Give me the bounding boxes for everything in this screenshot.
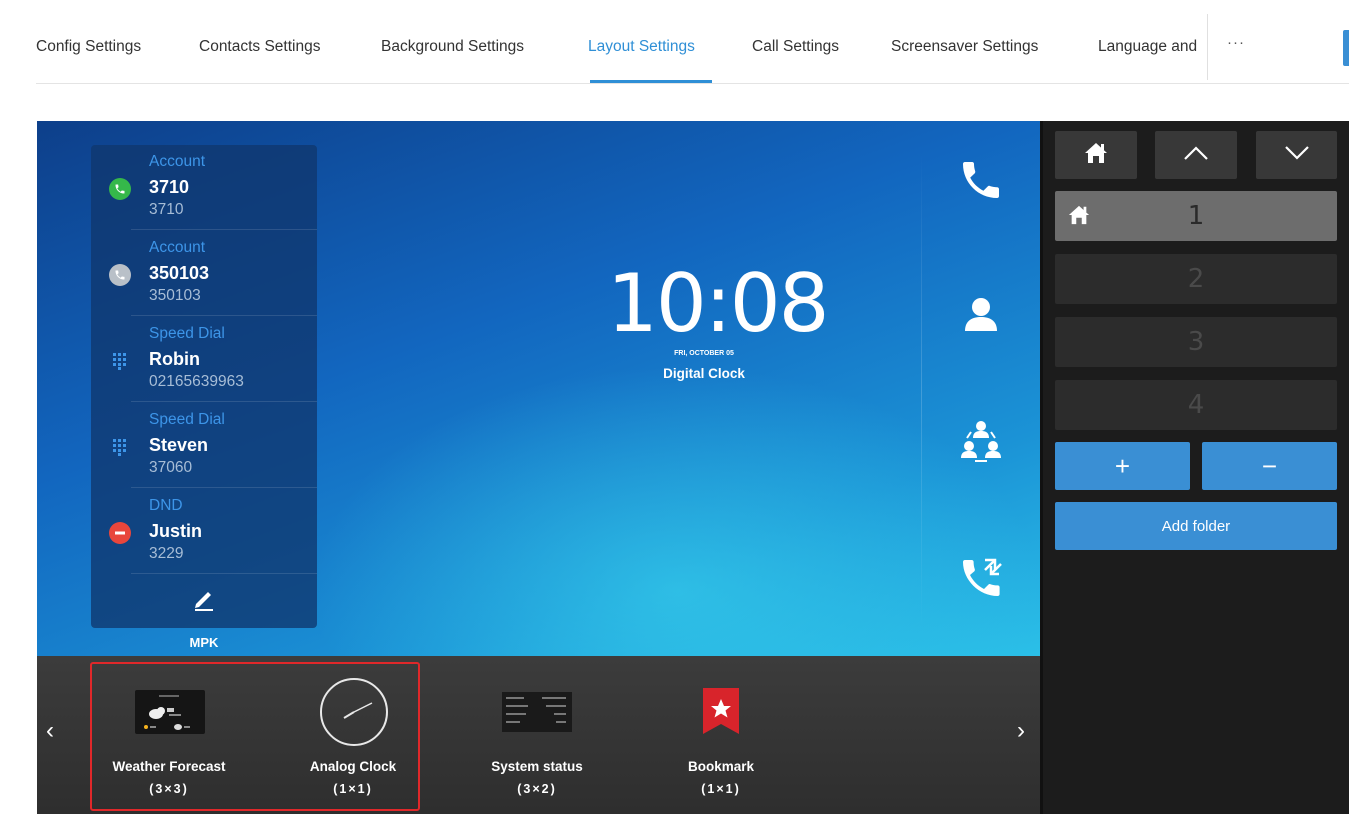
widget-name: System status xyxy=(491,759,583,774)
call-transfer-icon[interactable] xyxy=(957,554,1005,602)
tab-call-settings[interactable]: Call Settings xyxy=(752,38,839,56)
mpk-item-name: 3710 xyxy=(149,177,190,197)
panel-rail xyxy=(1040,121,1043,814)
mpk-item-name: Steven xyxy=(149,435,209,455)
mpk-item[interactable]: Account 3710 3710 xyxy=(91,145,317,230)
more-tabs-button[interactable]: ··· xyxy=(1227,34,1245,51)
screen-divider xyxy=(921,151,922,631)
mpk-item-name: Justin xyxy=(149,521,203,541)
phone-icon xyxy=(109,178,131,200)
widget-bookmark[interactable]: Bookmark (1×1) xyxy=(646,656,796,814)
tab-language-clip: Language and xyxy=(1098,30,1207,70)
settings-tab-bar: Config Settings Contacts Settings Backgr… xyxy=(0,0,1349,84)
mpk-label: MPK xyxy=(189,635,219,650)
widget-size: (1×1) xyxy=(333,782,373,796)
digital-clock-time: 10:08 xyxy=(607,257,830,350)
page-row-2[interactable]: 2 xyxy=(1055,254,1337,304)
mpk-item-number: 3710 xyxy=(149,201,184,218)
chevron-down-icon xyxy=(1284,145,1310,166)
page-row-3[interactable]: 3 xyxy=(1055,317,1337,367)
conference-icon[interactable] xyxy=(957,416,1005,464)
tab-bar-divider xyxy=(36,83,1349,84)
mpk-item-name: 350103 xyxy=(149,263,210,283)
digital-clock-date: FRI, OCTOBER 05 xyxy=(674,350,734,357)
edge-button[interactable] xyxy=(1343,30,1349,66)
page-number: 2 xyxy=(1187,264,1205,294)
phone-icon[interactable] xyxy=(957,156,1005,204)
mpk-item-number: 3229 xyxy=(149,545,184,562)
tab-divider xyxy=(1207,14,1208,80)
digital-clock-label: Digital Clock xyxy=(663,366,745,381)
page-up-button[interactable] xyxy=(1155,131,1237,179)
dialpad-icon xyxy=(109,350,131,372)
edit-icon[interactable] xyxy=(191,585,217,611)
mpk-item[interactable]: Account 350103 350103 xyxy=(91,231,317,316)
tab-config-settings[interactable]: Config Settings xyxy=(36,38,141,56)
tab-layout-settings[interactable]: Layout Settings xyxy=(588,38,695,56)
add-page-button[interactable]: + xyxy=(1055,442,1190,490)
contacts-icon[interactable] xyxy=(957,291,1005,339)
widget-size: (1×1) xyxy=(701,782,741,796)
dnd-icon xyxy=(109,522,131,544)
weather-widget-icon xyxy=(135,690,205,734)
page-row-4[interactable]: 4 xyxy=(1055,380,1337,430)
page-row-1[interactable]: 1 xyxy=(1055,191,1337,241)
mpk-item-number: 02165639963 xyxy=(149,373,244,390)
widget-name: Bookmark xyxy=(687,759,755,774)
dialpad-icon xyxy=(109,436,131,458)
tab-contacts-settings[interactable]: Contacts Settings xyxy=(199,38,320,56)
mpk-item-type: Speed Dial xyxy=(149,411,225,428)
chevron-up-icon xyxy=(1183,145,1209,166)
tray-prev-arrow[interactable]: ‹ xyxy=(42,717,58,744)
mpk-item[interactable]: DND Justin 3229 xyxy=(91,489,317,574)
page-down-button[interactable] xyxy=(1256,131,1337,179)
phone-icon xyxy=(109,264,131,286)
home-button[interactable] xyxy=(1055,131,1137,179)
tray-next-arrow[interactable]: › xyxy=(1013,717,1029,744)
widget-size: (3×2) xyxy=(517,782,557,796)
remove-page-button[interactable]: − xyxy=(1202,442,1337,490)
bookmark-icon xyxy=(699,686,743,736)
mpk-item-number: 350103 xyxy=(149,287,201,304)
widget-size: (3×3) xyxy=(149,782,189,796)
mpk-item[interactable]: Speed Dial Robin 02165639963 xyxy=(91,317,317,402)
page-number: 3 xyxy=(1187,327,1205,357)
tab-language[interactable]: Language and xyxy=(1098,38,1197,56)
phone-screen-preview: Account 3710 3710 Account 350103 350103 xyxy=(37,121,1040,656)
analog-clock-icon xyxy=(318,676,390,748)
page-editor-panel: 1 2 3 4 + − Add folder xyxy=(1040,121,1349,814)
widget-name: Analog Clock xyxy=(309,759,397,774)
page-number: 1 xyxy=(1187,201,1205,231)
mpk-item-name: Robin xyxy=(149,349,200,369)
mpk-item-number: 37060 xyxy=(149,459,193,476)
system-status-icon xyxy=(502,692,572,732)
add-folder-button[interactable]: Add folder xyxy=(1055,502,1337,550)
widget-name: Weather Forecast xyxy=(112,759,226,774)
home-icon xyxy=(1083,141,1109,170)
tab-background-settings[interactable]: Background Settings xyxy=(381,38,524,56)
mpk-panel[interactable]: Account 3710 3710 Account 350103 350103 xyxy=(91,145,317,628)
widget-system-status[interactable]: System status (3×2) xyxy=(462,656,612,814)
mpk-item-type: Account xyxy=(149,239,206,256)
page-number: 4 xyxy=(1187,390,1205,420)
widget-tray: ‹ › Weather Forecast (3×3) Analog Clock … xyxy=(37,656,1040,814)
mpk-item-type: Account xyxy=(149,153,206,170)
mpk-item[interactable]: Speed Dial Steven 37060 xyxy=(91,403,317,488)
tab-screensaver-settings[interactable]: Screensaver Settings xyxy=(891,38,1038,56)
mpk-item-type: Speed Dial xyxy=(149,325,225,342)
mpk-item-type: DND xyxy=(149,497,183,514)
widget-weather-forecast[interactable]: Weather Forecast (3×3) xyxy=(94,656,244,814)
widget-analog-clock[interactable]: Analog Clock (1×1) xyxy=(278,656,428,814)
